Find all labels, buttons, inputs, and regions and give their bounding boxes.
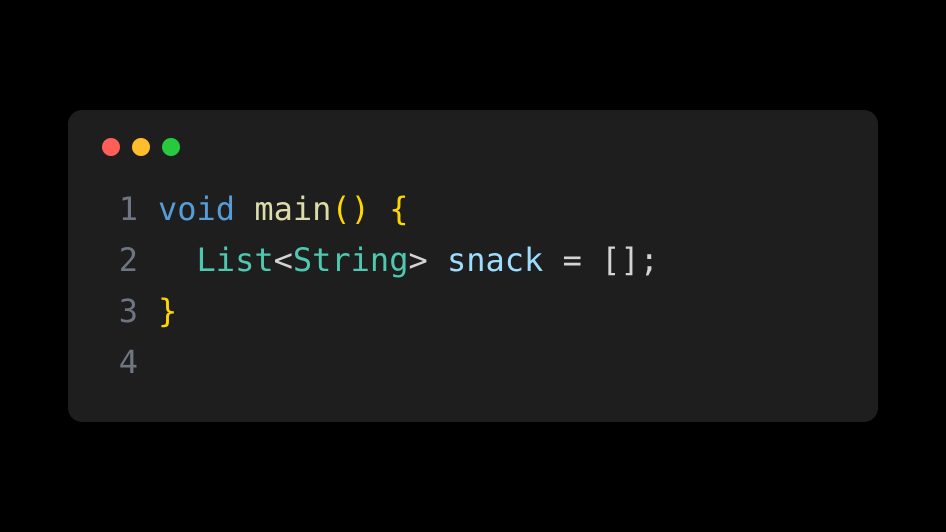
paren-token: () xyxy=(331,190,370,228)
code-content: void main() { xyxy=(158,184,408,235)
indent-token xyxy=(158,241,197,279)
angle-token: > xyxy=(408,241,427,279)
brace-token: { xyxy=(389,190,408,228)
space-token xyxy=(543,241,562,279)
close-icon[interactable] xyxy=(102,138,120,156)
line-number: 4 xyxy=(102,337,138,388)
space-token xyxy=(235,190,254,228)
code-content: List<String> snack = []; xyxy=(158,235,659,286)
space-token xyxy=(428,241,447,279)
space-token xyxy=(370,190,389,228)
operator-token: = xyxy=(563,241,582,279)
maximize-icon[interactable] xyxy=(162,138,180,156)
space-token xyxy=(582,241,601,279)
code-area[interactable]: 1 void main() { 2 List<String> snack = [… xyxy=(102,184,844,389)
keyword-token: void xyxy=(158,190,235,228)
brace-token: } xyxy=(158,292,177,330)
semicolon-token: ; xyxy=(640,241,659,279)
type-token: String xyxy=(293,241,409,279)
code-editor-window: 1 void main() { 2 List<String> snack = [… xyxy=(68,110,878,423)
code-content: } xyxy=(158,286,177,337)
variable-token: snack xyxy=(447,241,543,279)
bracket-token: [] xyxy=(601,241,640,279)
code-line: 3 } xyxy=(102,286,844,337)
function-token: main xyxy=(254,190,331,228)
code-line: 1 void main() { xyxy=(102,184,844,235)
code-line: 4 xyxy=(102,337,844,388)
window-controls xyxy=(102,138,844,156)
minimize-icon[interactable] xyxy=(132,138,150,156)
line-number: 2 xyxy=(102,235,138,286)
line-number: 1 xyxy=(102,184,138,235)
line-number: 3 xyxy=(102,286,138,337)
code-line: 2 List<String> snack = []; xyxy=(102,235,844,286)
angle-token: < xyxy=(274,241,293,279)
type-token: List xyxy=(197,241,274,279)
